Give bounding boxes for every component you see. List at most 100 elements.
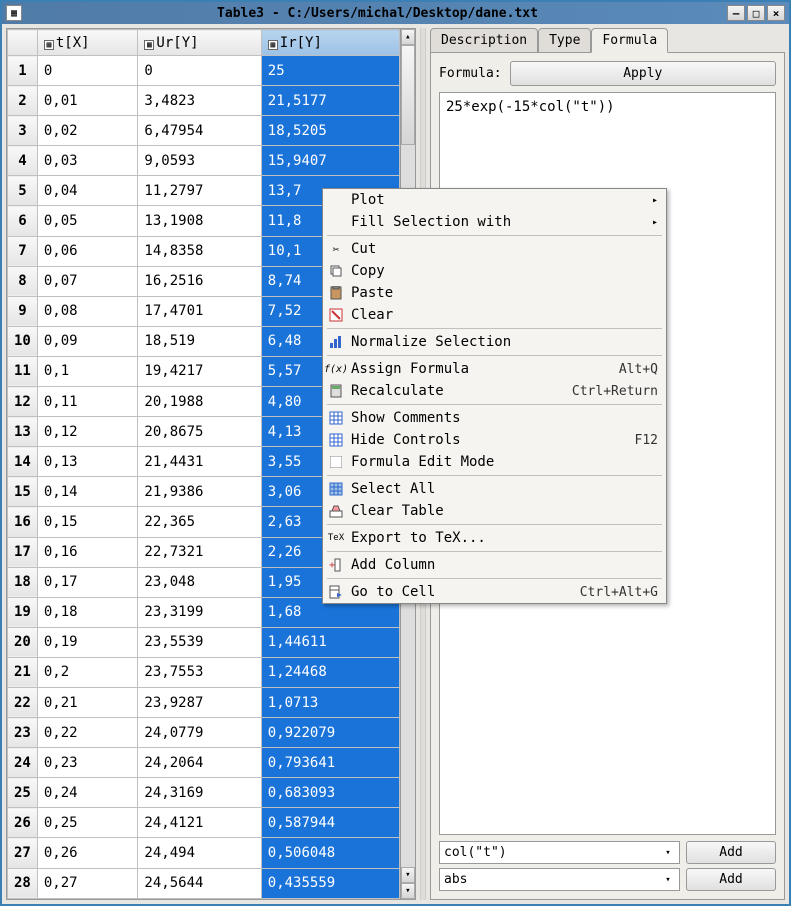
cell-ir[interactable]: 15,9407	[261, 146, 399, 176]
menu-plot[interactable]: Plot ▸	[323, 189, 666, 211]
cell-ur[interactable]: 13,1908	[138, 206, 261, 236]
cell-t[interactable]: 0,13	[37, 447, 138, 477]
cell-ur[interactable]: 24,4121	[138, 808, 261, 838]
row-header[interactable]: 2	[8, 86, 38, 116]
chevron-down-icon[interactable]: ▾	[661, 875, 675, 885]
row-header[interactable]: 25	[8, 778, 38, 808]
cell-ir[interactable]: 0,435559	[261, 868, 399, 898]
row-header[interactable]: 8	[8, 266, 38, 296]
row-header[interactable]: 9	[8, 296, 38, 326]
menu-normalize[interactable]: Normalize Selection	[323, 331, 666, 353]
cell-t[interactable]: 0,08	[37, 296, 138, 326]
cell-ur[interactable]: 6,47954	[138, 116, 261, 146]
table-row[interactable]: 30,026,4795418,5205	[8, 116, 400, 146]
row-header[interactable]: 14	[8, 447, 38, 477]
cell-ir[interactable]: 0,506048	[261, 838, 399, 868]
column-header-t[interactable]: ▦t[X]	[37, 30, 138, 56]
menu-cut[interactable]: ✂ Cut	[323, 238, 666, 260]
cell-t[interactable]: 0,15	[37, 507, 138, 537]
cell-ur[interactable]: 17,4701	[138, 296, 261, 326]
row-header[interactable]: 18	[8, 567, 38, 597]
table-row[interactable]: 250,2424,31690,683093	[8, 778, 400, 808]
minimize-button[interactable]: –	[727, 5, 745, 21]
cell-ur[interactable]: 21,4431	[138, 447, 261, 477]
menu-select-all[interactable]: Select All	[323, 478, 666, 500]
cell-t[interactable]: 0,2	[37, 657, 138, 687]
cell-ir[interactable]: 1,24468	[261, 657, 399, 687]
cell-ur[interactable]: 24,0779	[138, 718, 261, 748]
table-row[interactable]: 270,2624,4940,506048	[8, 838, 400, 868]
table-row[interactable]: 240,2324,20640,793641	[8, 748, 400, 778]
cell-ur[interactable]: 11,2797	[138, 176, 261, 206]
row-header[interactable]: 17	[8, 537, 38, 567]
table-row[interactable]: 220,2123,92871,0713	[8, 687, 400, 717]
add-column-ref-button[interactable]: Add	[686, 841, 776, 864]
chevron-down-icon[interactable]: ▾	[661, 848, 675, 858]
row-header[interactable]: 19	[8, 597, 38, 627]
cell-t[interactable]: 0,16	[37, 537, 138, 567]
row-header[interactable]: 22	[8, 687, 38, 717]
cell-t[interactable]: 0,24	[37, 778, 138, 808]
column-header-ur[interactable]: ▦Ur[Y]	[138, 30, 261, 56]
row-header[interactable]: 13	[8, 417, 38, 447]
table-row[interactable]: 260,2524,41210,587944	[8, 808, 400, 838]
cell-ur[interactable]: 23,048	[138, 567, 261, 597]
cell-ur[interactable]: 23,9287	[138, 687, 261, 717]
cell-t[interactable]: 0,22	[37, 718, 138, 748]
cell-ur[interactable]: 22,7321	[138, 537, 261, 567]
menu-go-to-cell[interactable]: Go to Cell Ctrl+Alt+G	[323, 581, 666, 603]
row-header[interactable]: 4	[8, 146, 38, 176]
titlebar[interactable]: ▦ Table3 - C:/Users/michal/Desktop/dane.…	[2, 2, 789, 24]
tab-description[interactable]: Description	[430, 28, 538, 53]
scroll-down-button[interactable]: ▾	[401, 883, 415, 899]
cell-t[interactable]: 0,17	[37, 567, 138, 597]
cell-ur[interactable]: 24,494	[138, 838, 261, 868]
cell-t[interactable]: 0,01	[37, 86, 138, 116]
scroll-up-button[interactable]: ▴	[401, 29, 415, 45]
row-header[interactable]: 6	[8, 206, 38, 236]
cell-ir[interactable]: 25	[261, 56, 399, 86]
cell-ur[interactable]: 24,5644	[138, 868, 261, 898]
cell-t[interactable]: 0	[37, 56, 138, 86]
menu-hide-controls[interactable]: Hide Controls F12	[323, 429, 666, 451]
add-function-button[interactable]: Add	[686, 868, 776, 891]
table-row[interactable]: 230,2224,07790,922079	[8, 718, 400, 748]
cell-ur[interactable]: 16,2516	[138, 266, 261, 296]
cell-ur[interactable]: 9,0593	[138, 146, 261, 176]
table-row[interactable]: 10025	[8, 56, 400, 86]
cell-ur[interactable]: 24,3169	[138, 778, 261, 808]
cell-ir[interactable]: 0,922079	[261, 718, 399, 748]
cell-t[interactable]: 0,09	[37, 326, 138, 356]
menu-clear-table[interactable]: Clear Table	[323, 500, 666, 522]
cell-t[interactable]: 0,03	[37, 146, 138, 176]
cell-ur[interactable]: 3,4823	[138, 86, 261, 116]
function-combo[interactable]: abs ▾	[439, 868, 680, 891]
menu-fill-selection[interactable]: Fill Selection with ▸	[323, 211, 666, 233]
row-header[interactable]: 15	[8, 477, 38, 507]
cell-ir[interactable]: 18,5205	[261, 116, 399, 146]
cell-ur[interactable]: 18,519	[138, 326, 261, 356]
table-row[interactable]: 20,013,482321,5177	[8, 86, 400, 116]
cell-ur[interactable]: 0	[138, 56, 261, 86]
cell-t[interactable]: 0,07	[37, 266, 138, 296]
scroll-down-button[interactable]: ▾	[401, 867, 415, 883]
row-header[interactable]: 23	[8, 718, 38, 748]
row-header[interactable]: 5	[8, 176, 38, 206]
row-header[interactable]: 11	[8, 356, 38, 386]
tab-formula[interactable]: Formula	[591, 28, 668, 53]
cell-t[interactable]: 0,04	[37, 176, 138, 206]
row-header[interactable]: 21	[8, 657, 38, 687]
menu-assign-formula[interactable]: f(x) Assign Formula Alt+Q	[323, 358, 666, 380]
cell-ur[interactable]: 21,9386	[138, 477, 261, 507]
cell-ur[interactable]: 20,1988	[138, 387, 261, 417]
menu-recalculate[interactable]: Recalculate Ctrl+Return	[323, 380, 666, 402]
table-row[interactable]: 40,039,059315,9407	[8, 146, 400, 176]
cell-t[interactable]: 0,26	[37, 838, 138, 868]
cell-ir[interactable]: 0,683093	[261, 778, 399, 808]
table-row[interactable]: 280,2724,56440,435559	[8, 868, 400, 898]
cell-ur[interactable]: 19,4217	[138, 356, 261, 386]
row-header[interactable]: 24	[8, 748, 38, 778]
cell-t[interactable]: 0,23	[37, 748, 138, 778]
cell-ir[interactable]: 21,5177	[261, 86, 399, 116]
cell-ur[interactable]: 24,2064	[138, 748, 261, 778]
